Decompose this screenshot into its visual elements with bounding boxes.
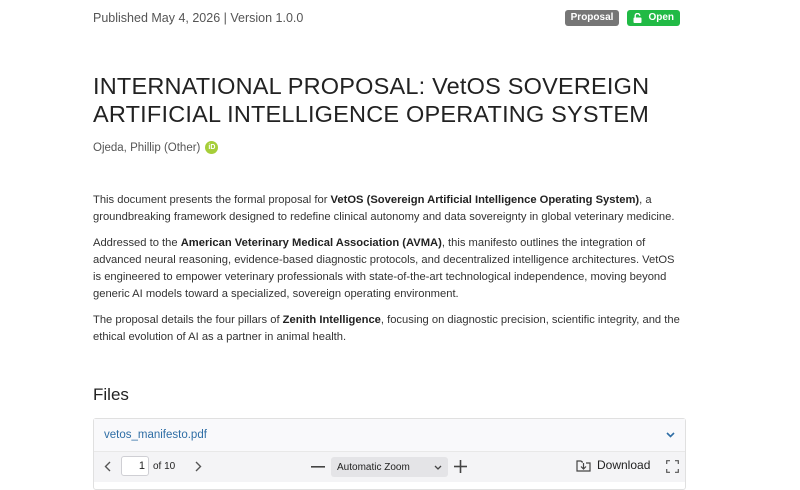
description-paragraph: Addressed to the American Veterinary Med…: [93, 237, 675, 300]
files-heading: Files: [93, 385, 129, 404]
download-button[interactable]: Download: [576, 458, 650, 472]
zoom-select[interactable]: Automatic Zoom: [331, 457, 448, 477]
fullscreen-button[interactable]: [666, 460, 679, 473]
plus-icon: [454, 460, 467, 473]
page-number-group: 1 of 10: [121, 456, 175, 476]
publication-meta: Published May 4, 2026 | Version 1.0.0: [93, 11, 303, 25]
previous-page-button[interactable]: [104, 461, 111, 472]
description-paragraph: The proposal details the four pillars of…: [93, 314, 680, 343]
file-name-link[interactable]: vetos_manifesto.pdf: [104, 429, 665, 441]
page-number-input[interactable]: 1: [121, 456, 149, 476]
zoom-out-button[interactable]: [311, 466, 325, 468]
page-total-label: of 10: [153, 460, 176, 472]
zoom-in-button[interactable]: [454, 460, 467, 473]
unlock-icon: [633, 13, 642, 23]
creators: Ojeda, Phillip (Other) iD: [93, 141, 219, 154]
fullscreen-icon: [666, 460, 679, 473]
record-page: Published May 4, 2026 | Version 1.0.0 Pr…: [0, 0, 800, 490]
chevron-down-icon[interactable]: [665, 430, 675, 440]
download-label: Download: [597, 458, 651, 472]
orcid-icon[interactable]: iD: [205, 141, 219, 154]
version-label: Version 1.0.0: [230, 11, 304, 25]
author-link[interactable]: Ojeda, Phillip (Other): [93, 142, 200, 154]
zoom-select-value: Automatic Zoom: [337, 461, 410, 473]
meta-separator: |: [223, 11, 227, 25]
pdf-viewer-toolbar: 1 of 10 Automatic Zoom Download: [94, 452, 685, 482]
access-status-badge: Open: [627, 10, 680, 26]
description-paragraph: This document presents the formal propos…: [93, 194, 675, 223]
file-preview-header[interactable]: vetos_manifesto.pdf: [94, 419, 685, 452]
chevron-right-icon: [195, 461, 202, 472]
badges: Proposal Open: [564, 10, 680, 26]
next-page-button[interactable]: [195, 461, 202, 472]
chevron-left-icon: [104, 461, 111, 472]
download-icon: [576, 459, 591, 472]
minus-icon: [311, 466, 325, 468]
access-status-label: Open: [648, 12, 674, 23]
record-title: INTERNATIONAL PROPOSAL: VetOS SOVEREIGN …: [93, 73, 650, 127]
file-preview-panel: vetos_manifesto.pdf 1 of 10 Automatic Zo…: [93, 418, 686, 490]
description: This document presents the formal propos…: [93, 192, 685, 355]
published-date: Published May 4, 2026: [93, 11, 221, 25]
resource-type-badge: Proposal: [564, 10, 620, 26]
chevron-down-icon: [434, 465, 442, 470]
